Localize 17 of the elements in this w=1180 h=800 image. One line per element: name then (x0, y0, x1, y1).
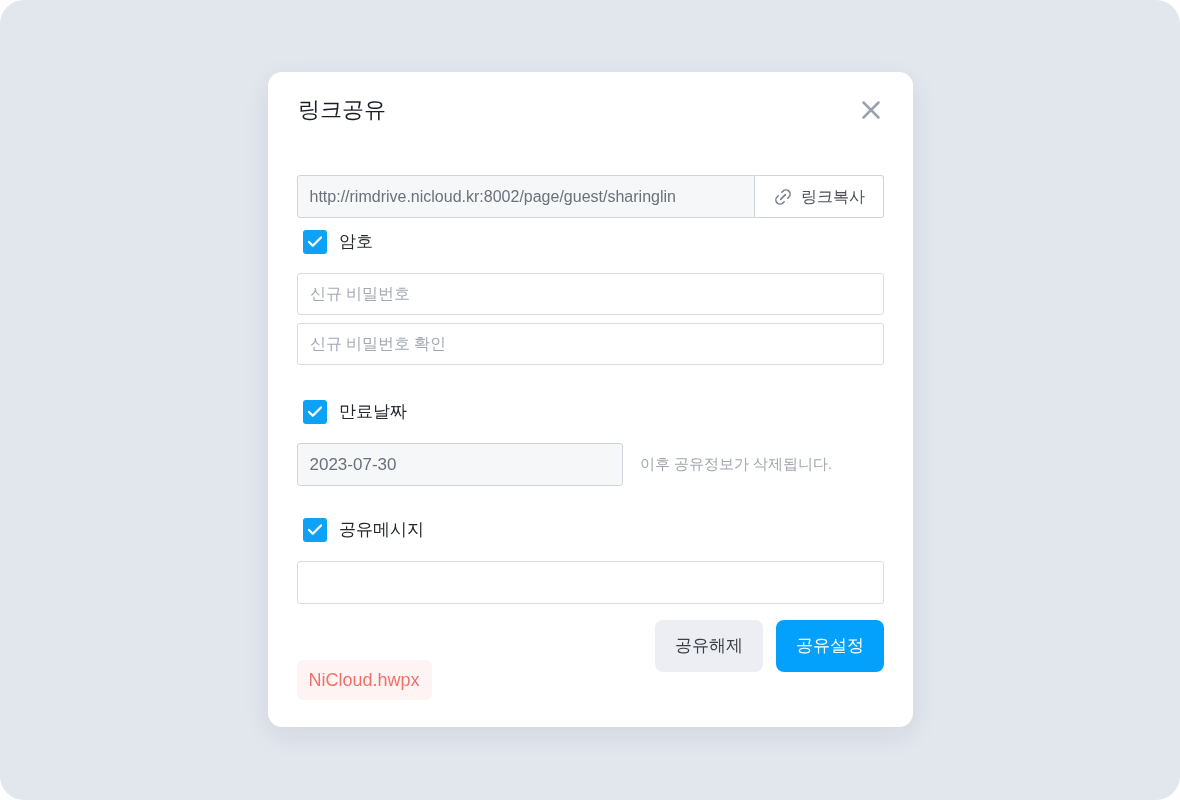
share-button[interactable]: 공유설정 (775, 620, 884, 672)
url-field[interactable]: http://rimdrive.nicloud.kr:8002/page/guest/sharinglin (296, 175, 755, 218)
expiry-note: 이후 공유정보가 삭제됩니다. (639, 454, 832, 475)
password-field[interactable]: 신규 비밀번호 (296, 273, 884, 315)
checkbox[interactable] (302, 400, 327, 424)
filename-tag: NiCloud.hwpx (296, 660, 432, 700)
checkbox-label: 만료날짜 (338, 401, 407, 423)
checkbox-label: 암호 (338, 231, 373, 253)
unshare-button[interactable]: 공유해제 (654, 620, 763, 672)
message-field[interactable] (296, 561, 884, 604)
password-field[interactable]: 신규 비밀번호 확인 (296, 323, 884, 365)
checkbox[interactable] (302, 230, 327, 254)
checkbox-label: 공유메시지 (338, 519, 424, 541)
dialog-title: 링크공유 (296, 96, 386, 124)
checkbox[interactable] (302, 518, 327, 542)
copy-link-button[interactable]: 링크복사 (754, 175, 884, 218)
date-field[interactable]: 2023-07-30 (296, 443, 623, 486)
